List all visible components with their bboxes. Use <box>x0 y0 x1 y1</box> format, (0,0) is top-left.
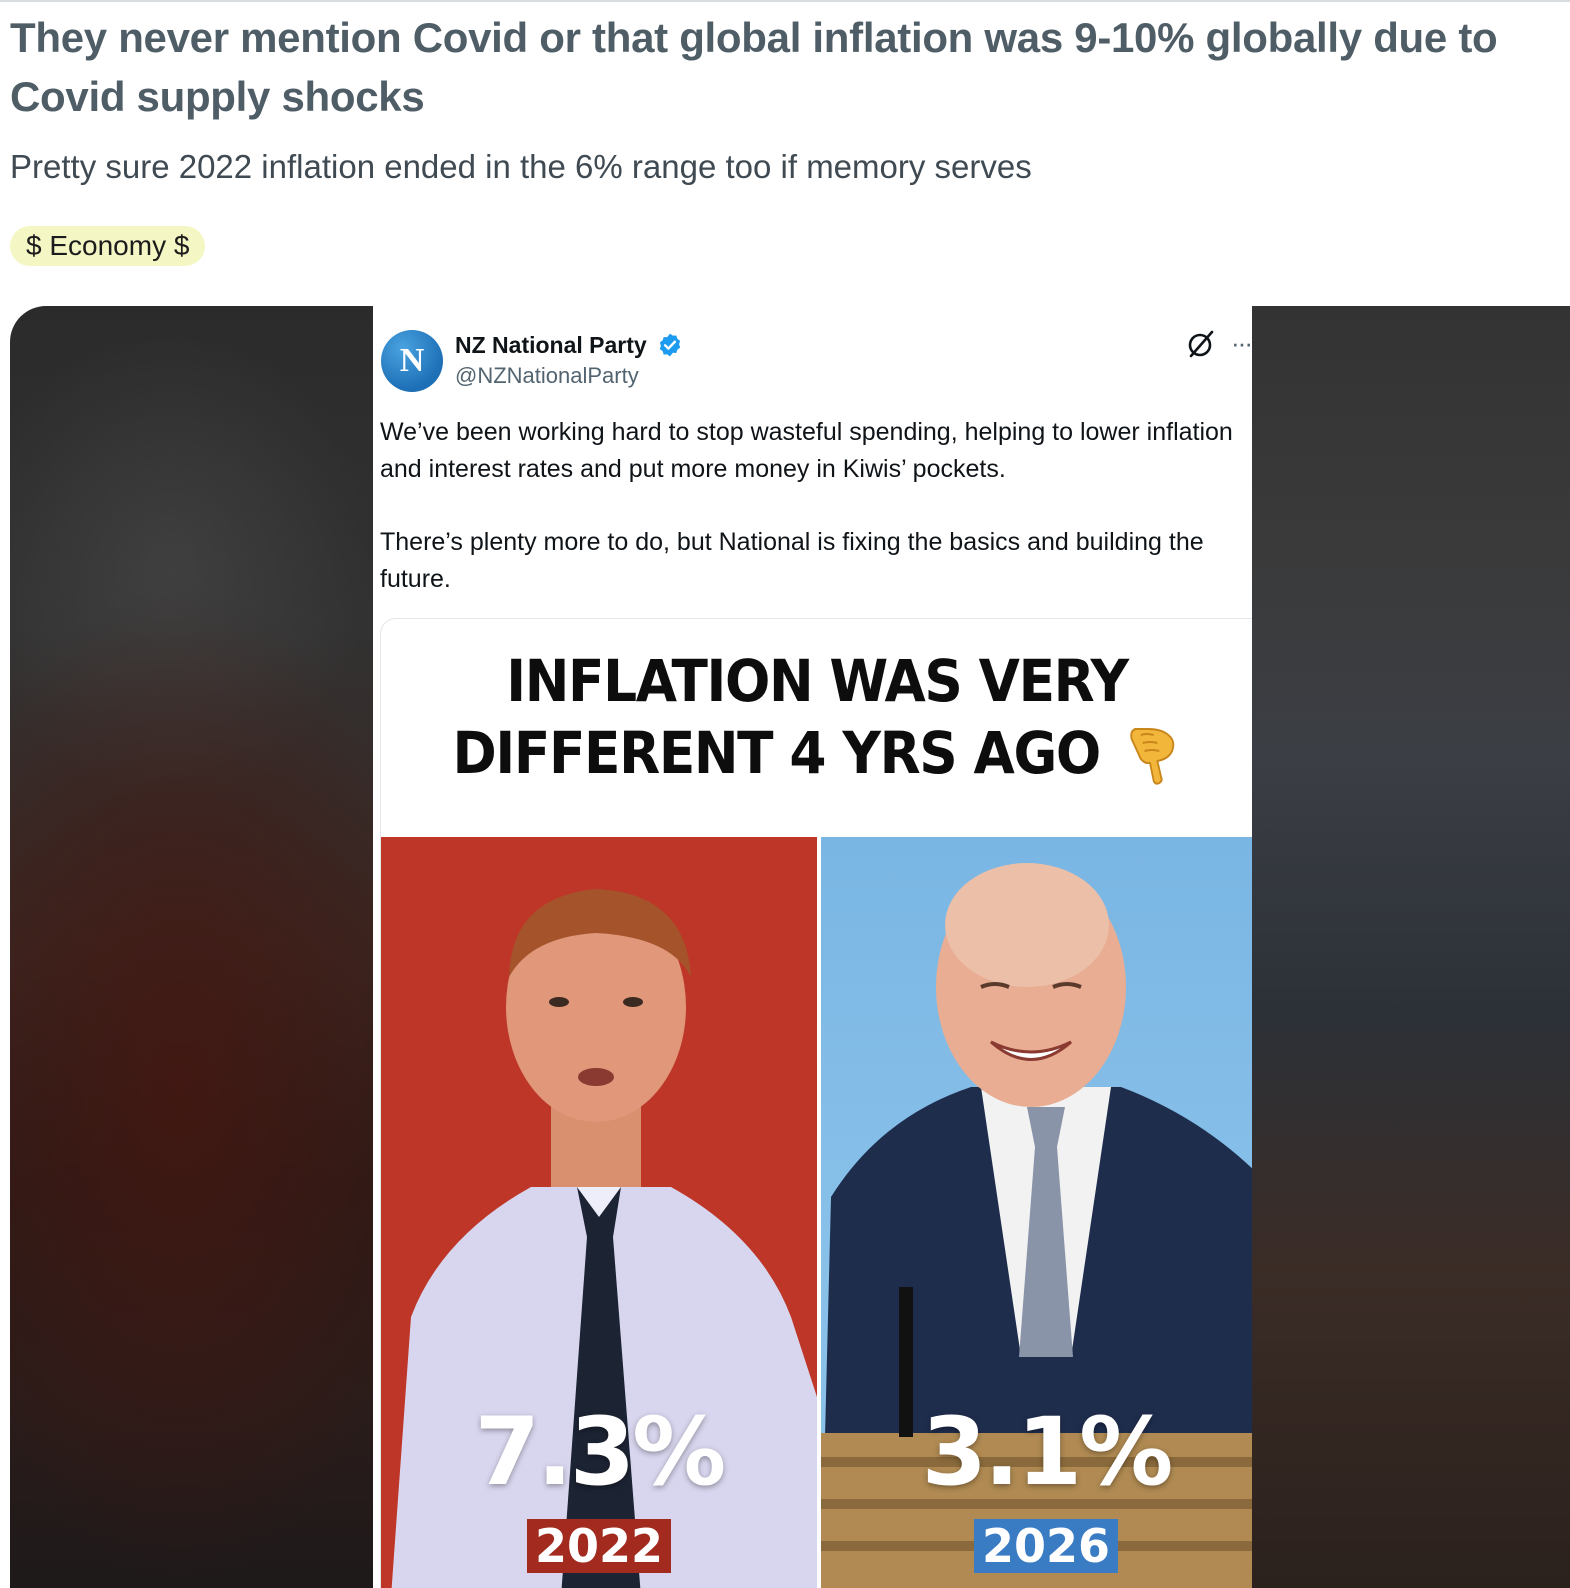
media-blur-right <box>1252 306 1570 1588</box>
headline-line-2: DIFFERENT 4 YRS AGO <box>452 719 1102 787</box>
more-options-icon: ··· <box>1231 328 1252 358</box>
avatar-letter: N <box>399 342 425 379</box>
graphic-headline: INFLATION WAS VERY DIFFERENT 4 YRS AGO <box>416 645 1218 789</box>
panel-2026: 3.1% 2026 <box>821 837 1252 1588</box>
post-title[interactable]: They never mention Covid or that global … <box>10 8 1555 126</box>
post-media[interactable]: N NZ National Party @NZNationalParty ···… <box>10 306 1570 1588</box>
year-badge-left: 2022 <box>526 1519 672 1573</box>
media-blur-left <box>10 306 373 1588</box>
panel-2022: 7.3% 2022 <box>381 837 817 1588</box>
verified-badge-icon <box>659 333 681 357</box>
top-divider <box>0 0 1570 2</box>
post-flair[interactable]: $ Economy $ <box>10 226 206 266</box>
tweet-text: We’ve been working hard to stop wasteful… <box>380 414 1240 634</box>
pointing-down-hand-icon <box>1130 728 1175 785</box>
tweet-image-card: INFLATION WAS VERY DIFFERENT 4 YRS AGO 7… <box>380 618 1252 1588</box>
grok-icon <box>1188 330 1214 358</box>
avatar: N <box>381 330 443 392</box>
tweet-paragraph: We’ve been working hard to stop wasteful… <box>380 418 1233 483</box>
embedded-tweet-screenshot: N NZ National Party @NZNationalParty ···… <box>373 306 1252 1588</box>
year-badge-right: 2026 <box>973 1519 1119 1573</box>
inflation-value-left: 7.3% <box>474 1398 727 1507</box>
author-handle: @NZNationalParty <box>455 363 639 388</box>
author-name: NZ National Party <box>455 332 647 358</box>
headline-line-1: INFLATION WAS VERY <box>506 647 1129 715</box>
post-body-text: Pretty sure 2022 inflation ended in the … <box>10 148 1032 185</box>
inflation-value-right: 3.1% <box>921 1398 1174 1507</box>
tweet-paragraph: There’s plenty more to do, but National … <box>380 528 1204 593</box>
